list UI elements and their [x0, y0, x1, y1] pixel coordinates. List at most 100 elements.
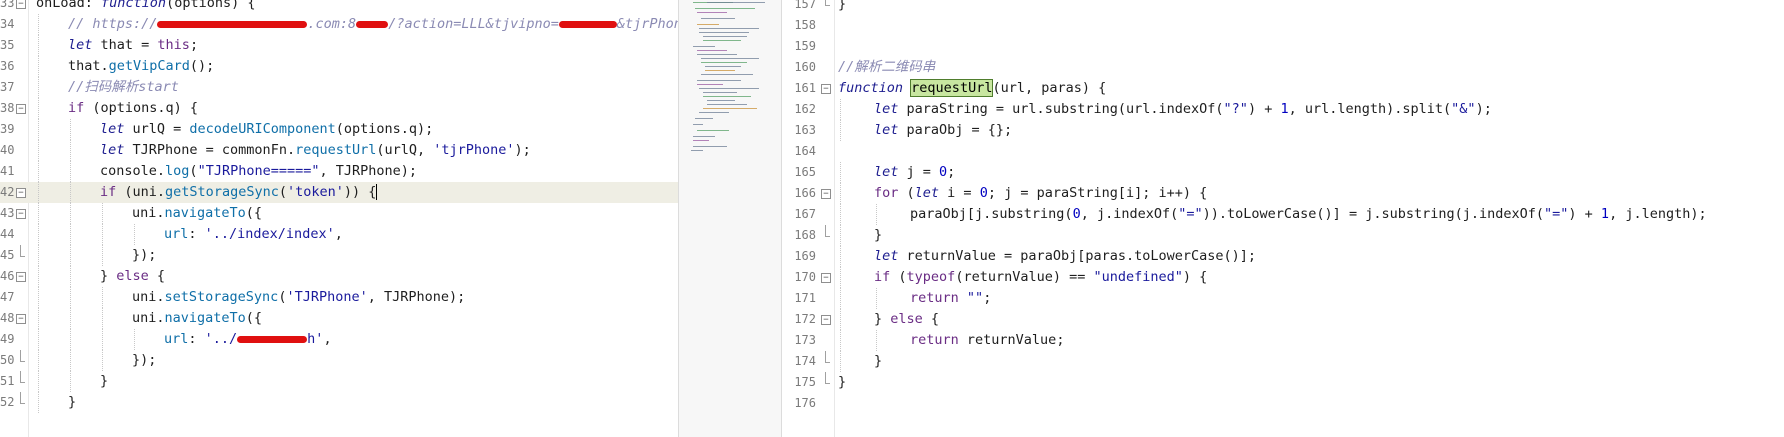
code-text[interactable]: if (options.q) {: [68, 98, 198, 119]
code-text[interactable]: console.log("TJRPhone=====", TJRPhone);: [100, 161, 417, 182]
code-text[interactable]: let paraObj = {};: [874, 120, 1012, 141]
right-editor-pane[interactable]: 157} 158 159 160//解析二维码串 161− function reques…: [782, 0, 1784, 437]
code-text[interactable]: //解析二维码串: [838, 57, 935, 78]
code-line[interactable]: 38− if (options.q) {: [0, 98, 678, 119]
code-text[interactable]: paraObj[j.substring(0, j.indexOf("=")).t…: [910, 204, 1707, 225]
redaction-mark: [237, 335, 308, 343]
code-line[interactable]: 52}: [0, 392, 678, 413]
indent-guide: [70, 140, 72, 161]
code-text[interactable]: if (typeof(returnValue) == "undefined") …: [874, 267, 1207, 288]
code-text[interactable]: that.getVipCard();: [68, 56, 214, 77]
code-text[interactable]: for (let i = 0; j = paraString[i]; i++) …: [874, 183, 1207, 204]
code-text[interactable]: let TJRPhone = commonFn.requestUrl(urlQ,…: [100, 140, 531, 161]
code-token: ;: [947, 164, 956, 180]
code-text[interactable]: uni.navigateTo({: [132, 203, 262, 224]
code-line[interactable]: 173 return returnValue;: [782, 330, 1784, 351]
code-text[interactable]: uni.navigateTo({: [132, 308, 262, 329]
indent-guide: [70, 287, 72, 308]
current-code-line[interactable]: 42− if (uni.getStorageSync('token')) {: [0, 182, 678, 203]
indent-guide: [38, 392, 40, 413]
code-line[interactable]: 175}: [782, 372, 1784, 393]
fold-end-marker-icon: [821, 351, 830, 372]
code-line[interactable]: 39 let urlQ = decodeURIComponent(options.…: [0, 119, 678, 140]
code-line[interactable]: 170− if (typeof(returnValue) == "undefine…: [782, 267, 1784, 288]
fold-toggle-icon[interactable]: −: [16, 188, 26, 198]
code-text[interactable]: url: '../index/index',: [164, 224, 343, 245]
code-line[interactable]: 47 uni.setStorageSync('TJRPhone', TJRPhon…: [0, 287, 678, 308]
code-line[interactable]: 158: [782, 15, 1784, 36]
code-line[interactable]: 163 let paraObj = {};: [782, 120, 1784, 141]
fold-toggle-icon[interactable]: −: [16, 314, 26, 324]
fold-toggle-icon[interactable]: −: [821, 189, 831, 199]
code-line[interactable]: 159: [782, 36, 1784, 57]
code-text[interactable]: }: [68, 392, 76, 413]
code-line[interactable]: 36 that.getVipCard();: [0, 56, 678, 77]
code-text[interactable]: return "";: [910, 288, 991, 309]
code-line[interactable]: 33− onLoad: function(options) {: [0, 0, 678, 14]
indent-guide: [102, 224, 104, 245]
code-line[interactable]: 167 paraObj[j.substring(0, j.indexOf("=")…: [782, 204, 1784, 225]
code-text[interactable]: }: [838, 372, 846, 393]
fold-toggle-icon[interactable]: −: [16, 104, 26, 114]
code-text[interactable]: });: [132, 245, 156, 266]
fold-toggle-icon[interactable]: −: [16, 209, 26, 219]
code-text[interactable]: } else {: [874, 309, 939, 330]
code-text[interactable]: uni.setStorageSync('TJRPhone', TJRPhone)…: [132, 287, 465, 308]
code-line[interactable]: 37 //扫码解析start: [0, 77, 678, 98]
code-line[interactable]: 43− uni.navigateTo({: [0, 203, 678, 224]
code-text[interactable]: let that = this;: [68, 35, 198, 56]
code-line[interactable]: 40 let TJRPhone = commonFn.requestUrl(url…: [0, 140, 678, 161]
code-line[interactable]: 165 let j = 0;: [782, 162, 1784, 183]
code-line[interactable]: 45});: [0, 245, 678, 266]
code-line[interactable]: 46− } else {: [0, 266, 678, 287]
code-line[interactable]: 48− uni.navigateTo({: [0, 308, 678, 329]
code-line[interactable]: 171 return "";: [782, 288, 1784, 309]
code-line[interactable]: 51}: [0, 371, 678, 392]
code-text[interactable]: // https:// .com:8 /?action=LLL&tjvipno= &t…: [68, 14, 678, 35]
code-text[interactable]: return returnValue;: [910, 330, 1064, 351]
code-text[interactable]: }: [100, 371, 108, 392]
code-line[interactable]: 161− function requestUrl(url, paras) {: [782, 78, 1784, 99]
code-line[interactable]: 162 let paraString = url.substring(url.in…: [782, 99, 1784, 120]
code-line[interactable]: 160 //解析二维码串: [782, 57, 1784, 78]
code-line[interactable]: 169 let returnValue = paraObj[paras.toLow…: [782, 246, 1784, 267]
code-text[interactable]: //扫码解析start: [68, 77, 179, 98]
code-line[interactable]: 157}: [782, 0, 1784, 15]
code-line[interactable]: 176: [782, 393, 1784, 414]
code-line[interactable]: 50});: [0, 350, 678, 371]
code-line[interactable]: 44 url: '../index/index',: [0, 224, 678, 245]
code-text[interactable]: onLoad: function(options) {: [36, 0, 255, 14]
code-text[interactable]: });: [132, 350, 156, 371]
code-text[interactable]: }: [874, 351, 882, 372]
code-line[interactable]: 49 url: '../ h',: [0, 329, 678, 350]
code-line[interactable]: 164: [782, 141, 1784, 162]
code-token: 0: [939, 164, 948, 180]
code-line[interactable]: 34 // https:// .com:8 /?action=LLL&tjvipno=…: [0, 14, 678, 35]
code-text[interactable]: let returnValue = paraObj[paras.toLowerC…: [874, 246, 1256, 267]
fold-toggle-icon[interactable]: −: [16, 272, 26, 282]
line-number: 46: [0, 269, 15, 283]
code-line[interactable]: 172−} else {: [782, 309, 1784, 330]
code-text[interactable]: url: '../ h',: [164, 329, 332, 350]
code-line[interactable]: 174}: [782, 351, 1784, 372]
indent-guide: [38, 245, 40, 266]
code-line[interactable]: 35 let that = this;: [0, 35, 678, 56]
code-line[interactable]: 168}: [782, 225, 1784, 246]
code-text[interactable]: let paraString = url.substring(url.index…: [874, 99, 1492, 120]
code-text[interactable]: if (uni.getStorageSync('token')) {: [100, 182, 378, 203]
code-text[interactable]: } else {: [100, 266, 165, 287]
code-minimap[interactable]: [679, 0, 781, 437]
fold-toggle-icon[interactable]: −: [821, 315, 831, 325]
fold-toggle-icon[interactable]: −: [821, 273, 831, 283]
code-text[interactable]: function requestUrl(url, paras) {: [838, 78, 1106, 99]
redaction-mark: [356, 20, 389, 28]
fold-toggle-icon[interactable]: −: [16, 0, 26, 9]
code-text[interactable]: let j = 0;: [874, 162, 955, 183]
code-text[interactable]: }: [838, 0, 846, 15]
code-text[interactable]: }: [874, 225, 882, 246]
code-text[interactable]: let urlQ = decodeURIComponent(options.q)…: [100, 119, 433, 140]
code-line[interactable]: 41 console.log("TJRPhone=====", TJRPhone)…: [0, 161, 678, 182]
left-editor-pane[interactable]: 33− onLoad: function(options) {34// https…: [0, 0, 678, 437]
code-line[interactable]: 166− for (let i = 0; j = paraString[i]; i…: [782, 183, 1784, 204]
fold-toggle-icon[interactable]: −: [821, 84, 831, 94]
